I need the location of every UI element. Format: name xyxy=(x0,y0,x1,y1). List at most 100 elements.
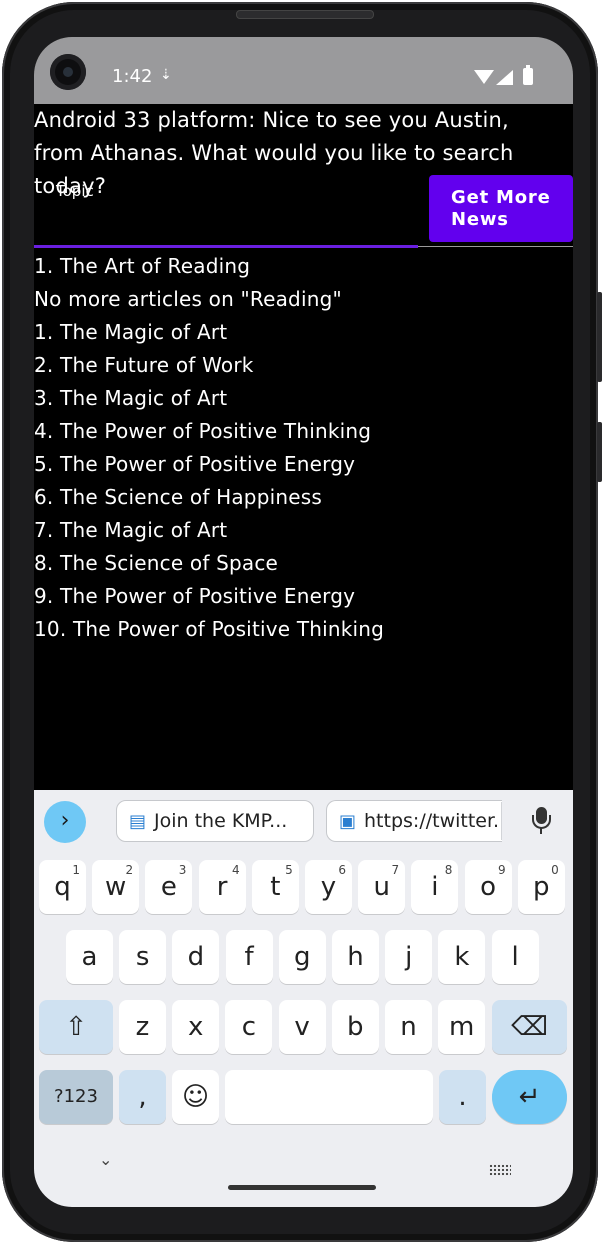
emoji-key[interactable]: ☺ xyxy=(172,1070,219,1124)
key-label: n xyxy=(400,1012,417,1042)
key-hint: 0 xyxy=(551,863,559,877)
article-item: 7. The Magic of Art xyxy=(34,518,228,542)
article-item: 5. The Power of Positive Energy xyxy=(34,452,356,476)
key-label: t xyxy=(270,872,281,902)
key-x[interactable]: x xyxy=(172,1000,220,1054)
key-s[interactable]: s xyxy=(119,930,167,984)
screen: 1:42 ⇣ Android 33 platform: Nice to see … xyxy=(34,37,573,1207)
key-v[interactable]: v xyxy=(278,1000,326,1054)
article-item: 9. The Power of Positive Energy xyxy=(34,584,356,608)
key-z[interactable]: z xyxy=(119,1000,166,1054)
topic-input[interactable]: Topic xyxy=(34,174,418,248)
key-g[interactable]: g xyxy=(278,930,326,984)
key-hint: 5 xyxy=(285,863,293,877)
key-hint: 6 xyxy=(338,863,346,877)
key-hint: 9 xyxy=(497,863,506,877)
key-a[interactable]: a xyxy=(66,930,113,984)
key-m[interactable]: m xyxy=(438,1000,486,1054)
key-label: v xyxy=(294,1012,310,1042)
article-item: 1. The Magic of Art xyxy=(34,320,228,344)
shift-key[interactable]: ⇧ xyxy=(39,1000,113,1054)
status-bar: 1:42 ⇣ xyxy=(34,37,573,104)
key-label: o xyxy=(480,872,497,902)
speaker-grille xyxy=(236,10,374,19)
article-list: 1. The Art of Reading No more articles on… xyxy=(34,250,573,646)
key-o[interactable]: o9 xyxy=(464,860,512,914)
microphone-icon[interactable] xyxy=(528,805,556,837)
key-u[interactable]: u7 xyxy=(358,860,406,914)
home-indicator[interactable] xyxy=(228,1185,376,1190)
key-label: d xyxy=(187,942,205,972)
key-label: e xyxy=(160,872,177,902)
key-label: h xyxy=(347,942,364,972)
key-label: j xyxy=(405,942,413,972)
comma-key[interactable]: , xyxy=(119,1070,166,1124)
key-label: y xyxy=(320,872,337,902)
key-w[interactable]: w2 xyxy=(92,860,140,914)
clipboard-chip-2[interactable]: ▣ https://twitter... xyxy=(326,800,502,842)
key-l[interactable]: l xyxy=(491,930,539,984)
key-label: l xyxy=(511,942,519,972)
get-more-news-button[interactable]: Get More News xyxy=(429,175,573,242)
key-label: b xyxy=(347,1012,364,1042)
key-label: x xyxy=(187,1012,204,1042)
key-label: g xyxy=(294,942,311,972)
phone-frame: 1:42 ⇣ Android 33 platform: Nice to see … xyxy=(2,2,602,1242)
period-key[interactable]: . xyxy=(439,1070,486,1124)
wifi-icon xyxy=(474,70,494,84)
key-i[interactable]: i8 xyxy=(411,860,459,914)
key-b[interactable]: b xyxy=(331,1000,379,1054)
key-hint: 2 xyxy=(125,863,134,877)
enter-key[interactable]: ↵ xyxy=(492,1070,567,1124)
clipboard-chip-1[interactable]: ▤ Join the KMP... xyxy=(116,800,314,842)
key-hint: 1 xyxy=(72,863,80,877)
key-e[interactable]: e3 xyxy=(145,860,193,914)
app-content: Android 33 platform: Nice to see you Aus… xyxy=(34,104,573,641)
clipboard-chip-text: Join the KMP... xyxy=(154,810,288,832)
key-d[interactable]: d xyxy=(172,930,220,984)
key-n[interactable]: n xyxy=(385,1000,432,1054)
topic-underline xyxy=(34,245,418,248)
status-time: 1:42 xyxy=(112,66,153,87)
key-label: f xyxy=(244,942,254,972)
suggestion-divider xyxy=(501,802,502,840)
key-hint: 3 xyxy=(178,863,187,877)
key-t[interactable]: t5 xyxy=(251,860,299,914)
space-key[interactable] xyxy=(225,1070,433,1124)
clipboard-chip-text: https://twitter... xyxy=(364,810,502,832)
key-label: u xyxy=(373,872,390,902)
article-item: No more articles on "Reading" xyxy=(34,287,342,311)
expand-toolbar-button[interactable]: › xyxy=(44,801,86,843)
article-item: 3. The Magic of Art xyxy=(34,386,228,410)
key-label: s xyxy=(135,942,150,972)
backspace-key[interactable]: ⌫ xyxy=(492,1000,567,1054)
article-item: 10. The Power of Positive Thinking xyxy=(34,617,385,641)
key-f[interactable]: f xyxy=(225,930,273,984)
key-p[interactable]: p0 xyxy=(517,860,565,914)
camera-icon xyxy=(50,54,86,90)
key-h[interactable]: h xyxy=(332,930,379,984)
key-y[interactable]: y6 xyxy=(305,860,352,914)
key-label: q xyxy=(54,872,71,902)
key-k[interactable]: k xyxy=(438,930,486,984)
article-item: 8. The Science of Space xyxy=(34,551,279,575)
key-label: c xyxy=(241,1012,257,1042)
topic-label: Topic xyxy=(56,182,94,200)
keyboard-switch-icon[interactable] xyxy=(489,1164,511,1176)
key-c[interactable]: c xyxy=(225,1000,273,1054)
key-q[interactable]: q1 xyxy=(39,860,86,914)
key-hint: 7 xyxy=(391,863,400,877)
suggestion-bar: › ▤ Join the KMP... ▣ https://twitter... xyxy=(34,790,573,848)
symbols-key[interactable]: ?123 xyxy=(39,1070,113,1124)
key-label: i xyxy=(431,872,439,902)
key-label: a xyxy=(81,942,98,972)
key-label: w xyxy=(105,872,127,902)
key-label: p xyxy=(533,872,550,902)
chevron-down-icon[interactable]: ⌄ xyxy=(99,1150,112,1169)
signal-icon xyxy=(496,70,513,85)
article-item: 6. The Science of Happiness xyxy=(34,485,322,509)
key-r[interactable]: r4 xyxy=(198,860,246,914)
key-label: r xyxy=(216,872,228,902)
key-hint: 8 xyxy=(444,863,453,877)
key-j[interactable]: j xyxy=(385,930,433,984)
